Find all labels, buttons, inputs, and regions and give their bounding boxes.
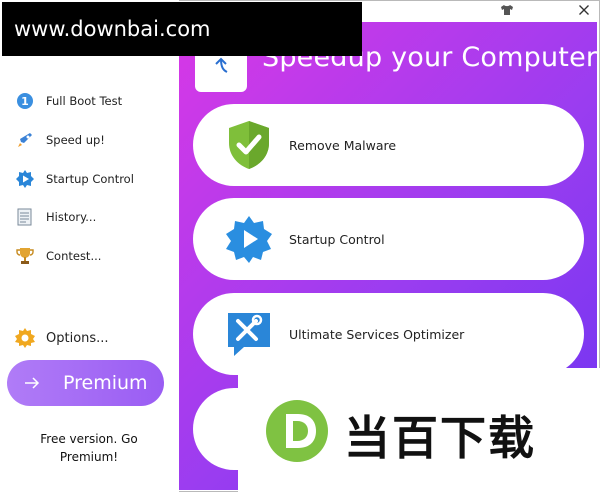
options-button[interactable]: Options... bbox=[14, 326, 109, 350]
shirt-icon[interactable] bbox=[498, 2, 516, 18]
back-arrow-icon bbox=[210, 55, 232, 81]
sidebar-item-startup-control[interactable]: Startup Control bbox=[14, 167, 134, 191]
rocket-icon bbox=[14, 129, 36, 151]
watermark-logo-panel: 当百下载 bbox=[238, 368, 600, 492]
sidebar-item-speed-up[interactable]: Speed up! bbox=[14, 128, 105, 152]
card-label: Remove Malware bbox=[289, 137, 397, 153]
startup-gear-icon bbox=[14, 168, 36, 190]
watermark-logo-icon bbox=[264, 398, 330, 464]
trophy-icon bbox=[14, 245, 36, 267]
sidebar-item-full-boot-test[interactable]: 1 Full Boot Test bbox=[14, 89, 122, 113]
arrow-right-icon bbox=[23, 374, 41, 392]
sidebar-item-label: Contest... bbox=[46, 249, 102, 263]
card-label: Ultimate Services Optimizer bbox=[289, 326, 465, 342]
startup-control-card[interactable]: Startup Control bbox=[193, 198, 584, 280]
sidebar-item-contest[interactable]: Contest... bbox=[14, 244, 101, 268]
svg-text:1: 1 bbox=[21, 95, 29, 108]
premium-label: Premium bbox=[63, 372, 148, 394]
history-document-icon bbox=[14, 206, 36, 228]
sidebar: 1 Full Boot Test Speed up! Startup Contr… bbox=[0, 0, 179, 492]
watermark-url: www.downbai.com bbox=[2, 2, 362, 56]
sidebar-item-label: Startup Control bbox=[46, 172, 134, 186]
tools-icon bbox=[223, 308, 275, 360]
sidebar-item-label: Full Boot Test bbox=[46, 94, 123, 108]
free-version-note: Free version. Go Premium! bbox=[40, 432, 138, 464]
shield-check-icon bbox=[223, 119, 275, 171]
gear-icon bbox=[14, 327, 36, 349]
close-icon[interactable] bbox=[575, 2, 593, 18]
number-one-icon: 1 bbox=[14, 90, 36, 112]
remove-malware-card[interactable]: Remove Malware bbox=[193, 104, 584, 186]
startup-gear-icon bbox=[223, 213, 275, 265]
watermark-text: 当百下载 bbox=[344, 411, 536, 465]
sidebar-item-history[interactable]: History... bbox=[14, 205, 96, 229]
sidebar-item-label: History... bbox=[46, 210, 97, 224]
ultimate-services-optimizer-card[interactable]: Ultimate Services Optimizer bbox=[193, 293, 584, 375]
card-label: Startup Control bbox=[289, 231, 385, 247]
options-label: Options... bbox=[46, 330, 109, 346]
sidebar-item-label: Speed up! bbox=[46, 133, 105, 147]
premium-button[interactable]: Premium bbox=[7, 360, 164, 406]
